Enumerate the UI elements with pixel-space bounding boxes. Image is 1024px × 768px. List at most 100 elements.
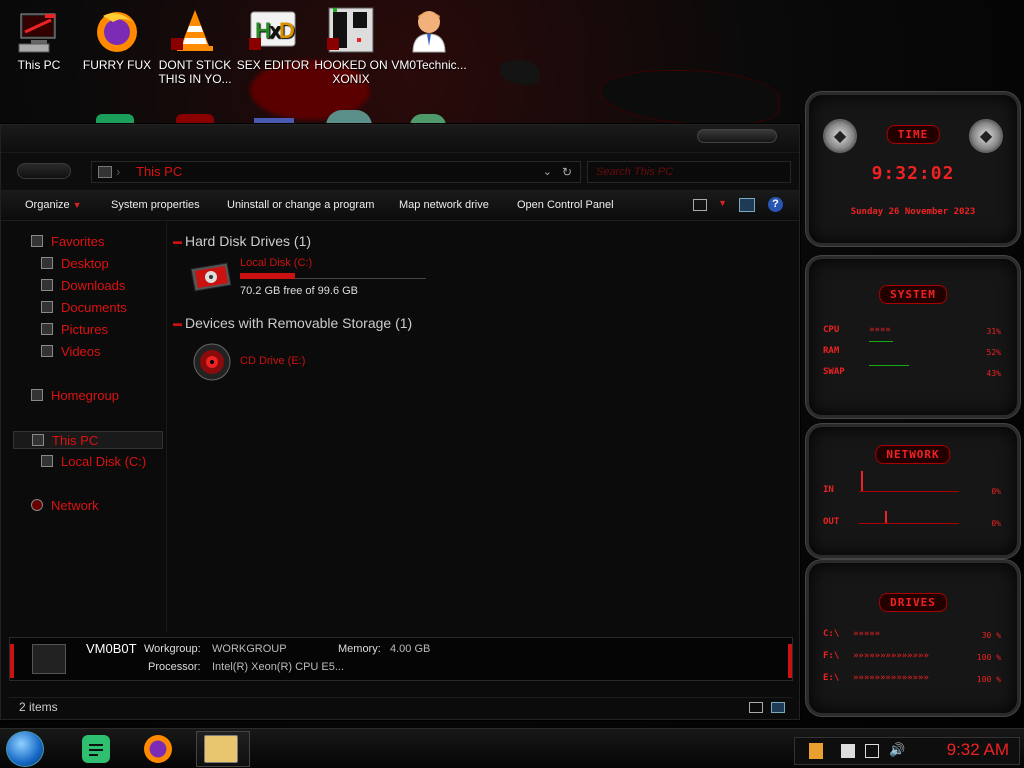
xonix-game-icon — [327, 6, 375, 54]
desktop-icon-label: This PC — [17, 58, 61, 72]
notes-app-icon[interactable] — [82, 735, 110, 763]
this-pc-icon — [98, 166, 112, 178]
drive-e-label: E:\ — [823, 673, 840, 683]
nav-videos[interactable]: Videos — [41, 343, 101, 361]
start-button[interactable] — [6, 731, 44, 767]
ram-label: RAM — [823, 346, 840, 356]
address-bar[interactable]: › This PC ⌄ ↻ — [91, 161, 581, 183]
nav-label: Desktop — [61, 256, 109, 271]
alien-head-icon: ◆ — [823, 119, 857, 153]
drives-gadget: DRIVES C:\ »»»»» 30 % F:\ »»»»»»»»»»»»»»… — [806, 560, 1020, 716]
large-icons-view-icon[interactable] — [771, 702, 785, 713]
taskbar-clock[interactable]: 9:32 AM — [947, 740, 1009, 760]
pictures-folder-icon — [41, 323, 53, 335]
nav-local-disk[interactable]: Local Disk (C:) — [41, 453, 146, 471]
window-titlebar[interactable] — [1, 125, 799, 153]
back-forward-buttons[interactable] — [17, 163, 71, 179]
notes-line — [89, 754, 98, 756]
nav-label: Downloads — [61, 278, 126, 293]
desktop-icon-vm0technic[interactable]: VM0Technic... — [391, 6, 467, 72]
nav-favorites[interactable]: Favorites — [31, 233, 104, 251]
tray-app-icon[interactable] — [809, 743, 823, 759]
nav-desktop[interactable]: Desktop — [41, 255, 109, 273]
time-gadget: ◆ ◆ TIME 9:32:02 Sunday 26 November 2023 — [806, 92, 1020, 246]
gadget-title: TIME — [886, 125, 940, 144]
search-input[interactable]: Search This PC — [587, 161, 791, 183]
details-pane: VM0B0T Workgroup: WORKGROUP Memory: 4.00… — [9, 637, 793, 681]
help-icon[interactable]: ? — [768, 197, 783, 212]
desktop: This PC FURRY FUX DONT STICK THIS IN YO.… — [0, 0, 1024, 768]
svg-text:D: D — [279, 18, 295, 43]
desktop-icon-this-pc[interactable]: This PC — [1, 6, 77, 72]
net-out-value: 0% — [991, 519, 1001, 528]
memory-label: Memory: — [338, 643, 381, 655]
drive-item-local-disk[interactable]: Local Disk (C:) 70.2 GB free of 99.6 GB — [187, 255, 437, 301]
desktop-icon-label: VM0Technic... — [391, 58, 467, 72]
command-bar: Organize ▼ System properties Uninstall or… — [1, 191, 799, 221]
caret-down-icon[interactable]: ▼ — [718, 198, 727, 208]
drive-usage-bar — [240, 273, 295, 279]
desktop-icon-xonix[interactable]: HOOKED ON XONIX — [313, 6, 389, 86]
organize-button[interactable]: Organize ▼ — [25, 199, 82, 211]
active-window-highlight — [196, 731, 250, 767]
system-tray: 🔊 9:32 AM — [794, 737, 1020, 765]
system-properties-button[interactable]: System properties — [111, 199, 200, 211]
nav-pictures[interactable]: Pictures — [41, 321, 108, 339]
ram-value: 52% — [986, 348, 1001, 357]
group-header-hard-disk-drives[interactable]: ▬ Hard Disk Drives (1) — [173, 233, 311, 249]
drive-f-value: 100 % — [976, 653, 1001, 662]
preview-pane-icon[interactable] — [739, 198, 755, 212]
map-network-drive-button[interactable]: Map network drive — [399, 199, 489, 211]
gadget-title: DRIVES — [879, 593, 947, 612]
nav-homegroup[interactable]: Homegroup — [31, 387, 119, 405]
desktop-icon-label: HOOKED ON XONIX — [314, 58, 388, 86]
firefox-taskbar-icon[interactable] — [144, 735, 172, 763]
processor-label: Processor: — [148, 661, 201, 673]
flag-error-icon[interactable] — [841, 744, 855, 758]
homegroup-icon — [31, 389, 43, 401]
breadcrumb-separator-icon: › — [116, 164, 121, 179]
nav-label: Homegroup — [51, 388, 119, 403]
uninstall-program-button[interactable]: Uninstall or change a program — [227, 199, 374, 211]
desktop-icon-hxd[interactable]: HxD SEX EDITOR — [235, 6, 311, 72]
videos-folder-icon — [41, 345, 53, 357]
swap-label: SWAP — [823, 367, 845, 377]
refresh-icon[interactable]: ↻ — [562, 162, 572, 182]
drive-f-label: F:\ — [823, 651, 840, 661]
open-control-panel-button[interactable]: Open Control Panel — [517, 199, 614, 211]
net-out-spike — [885, 511, 887, 523]
gadget-title: NETWORK — [875, 445, 951, 464]
chevron-down-icon[interactable]: ⌄ — [543, 162, 552, 182]
drive-item-cd-drive[interactable]: CD Drive (E:) — [189, 339, 389, 381]
nav-this-pc[interactable]: This PC — [13, 431, 163, 449]
speaker-icon[interactable]: 🔊 — [889, 743, 905, 758]
nav-label: Network — [51, 498, 99, 513]
desktop-icon-firefox[interactable]: FURRY FUX — [79, 6, 155, 72]
navigation-pane: Favorites Desktop Downloads Documents Pi… — [1, 221, 167, 633]
desktop-icon-label: DONT STICK THIS IN YO... — [158, 58, 232, 86]
details-view-icon[interactable] — [749, 702, 763, 713]
status-bar: 2 items — [9, 697, 793, 717]
drive-name: CD Drive (E:) — [240, 355, 306, 367]
doctor-avatar-icon — [405, 6, 453, 54]
computer-icon — [32, 644, 66, 674]
nav-label: Favorites — [51, 234, 105, 249]
details-accent — [10, 644, 14, 678]
taskbar: 🔊 9:32 AM — [0, 728, 1024, 768]
system-gadget: SYSTEM CPU »»»» 31% RAM 52% SWAP 43% — [806, 256, 1020, 418]
change-view-icon[interactable] — [693, 199, 707, 211]
nav-downloads[interactable]: Downloads — [41, 277, 125, 295]
breadcrumb-this-pc[interactable]: This PC — [136, 164, 182, 179]
nav-network[interactable]: Network — [31, 497, 99, 515]
details-accent — [788, 644, 792, 678]
net-in-label: IN — [823, 485, 834, 495]
desktop-icon-vlc[interactable]: DONT STICK THIS IN YO... — [157, 6, 233, 86]
computer-name: VM0B0T — [86, 641, 137, 656]
nav-documents[interactable]: Documents — [41, 299, 127, 317]
network-tray-icon[interactable] — [865, 744, 879, 758]
group-header-removable-storage[interactable]: ▬ Devices with Removable Storage (1) — [173, 315, 412, 331]
cd-drive-icon — [193, 343, 231, 381]
window-controls[interactable] — [697, 129, 777, 143]
drive-c-value: 30 % — [981, 631, 1001, 640]
network-icon — [31, 499, 43, 511]
